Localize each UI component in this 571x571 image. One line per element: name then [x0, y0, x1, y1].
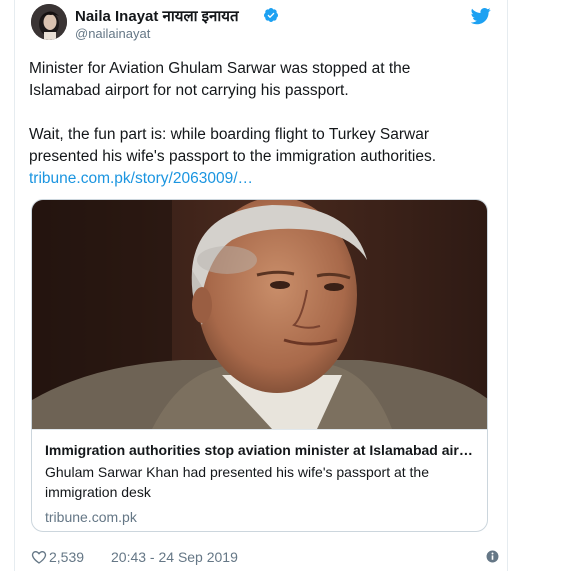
author-handle[interactable]: @nailainayat — [75, 26, 150, 41]
author-display-name[interactable]: Naila Inayat नायला इनायत — [75, 6, 239, 26]
verified-badge-icon — [264, 8, 278, 22]
tweet-footer: 2,539 20:43 - 24 Sep 2019 — [31, 546, 499, 568]
heart-icon[interactable] — [31, 549, 47, 565]
tweet-card: Naila Inayat नायला इनायत @nailainayat Mi… — [14, 0, 508, 571]
info-icon[interactable] — [486, 550, 499, 563]
tweet-text: Minister for Aviation Ghulam Sarwar was … — [29, 58, 479, 190]
avatar[interactable] — [31, 4, 67, 40]
link-preview-card[interactable]: Immigration authorities stop aviation mi… — [31, 199, 488, 532]
tweet-timestamp[interactable]: 20:43 - 24 Sep 2019 — [111, 549, 238, 565]
card-body[interactable]: Immigration authorities stop aviation mi… — [32, 429, 487, 531]
card-domain: tribune.com.pk — [45, 509, 137, 525]
tweet-paragraph-1: Minister for Aviation Ghulam Sarwar was … — [29, 60, 411, 99]
tweet-paragraph-2: Wait, the fun part is: while boarding fl… — [29, 126, 437, 165]
tweet-link[interactable]: tribune.com.pk/story/2063009/… — [29, 170, 253, 187]
twitter-bird-icon[interactable] — [471, 6, 491, 26]
card-image[interactable] — [32, 200, 488, 429]
like-count[interactable]: 2,539 — [49, 549, 84, 565]
card-description: Ghulam Sarwar Khan had presented his wif… — [45, 464, 429, 500]
card-title[interactable]: Immigration authorities stop aviation mi… — [45, 440, 474, 460]
